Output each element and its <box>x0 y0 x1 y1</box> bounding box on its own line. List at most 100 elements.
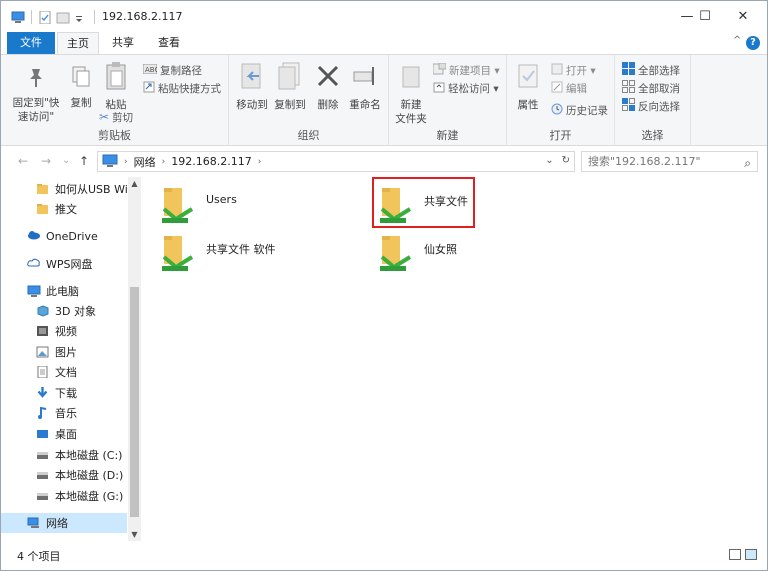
easy-access-button[interactable]: 轻松访问 ▾ <box>433 80 499 96</box>
shared-folder-item[interactable]: 共享文件 软件 <box>158 229 276 277</box>
copy-to-button[interactable]: 复制到 <box>271 61 309 112</box>
scroll-up-button[interactable]: ▲ <box>128 179 141 188</box>
shared-folder-icon <box>158 185 194 228</box>
nav-item[interactable]: OneDrive <box>1 226 127 246</box>
address-dropdown-button[interactable]: ⌄ <box>545 155 553 166</box>
forward-button[interactable]: → <box>41 154 51 168</box>
computer-icon[interactable] <box>11 11 25 24</box>
copy-button[interactable]: 复制 <box>65 65 97 110</box>
rename-button[interactable]: 重命名 <box>345 61 385 112</box>
nav-item[interactable]: WPS网盘 <box>1 254 127 274</box>
scrollbar-thumb[interactable] <box>130 287 139 517</box>
breadcrumb-separator[interactable]: › <box>258 157 262 167</box>
breadcrumb-separator[interactable]: › <box>162 157 166 167</box>
help-icon[interactable]: ? <box>746 36 760 50</box>
nav-item-label: 本地磁盘 (G:) <box>55 490 124 503</box>
breadcrumb-network[interactable]: 网络 <box>134 154 156 170</box>
navigation-pane: 网络 本地磁盘 (G:) 本地磁盘 (D:) 本地磁盘 (C:) 桌面 音乐 下载 文档 图片 视… <box>1 177 143 541</box>
cloud-outline-icon <box>27 258 40 270</box>
search-icon[interactable]: ⌕ <box>744 154 751 173</box>
nav-item-label: 桌面 <box>55 428 77 441</box>
copy-label: 复制 <box>70 97 92 109</box>
edit-button[interactable]: 编辑 <box>551 80 587 96</box>
maximize-button[interactable]: ☐ <box>685 1 725 32</box>
copy-path-button[interactable]: ABC 复制路径 <box>142 62 202 78</box>
copy-path-icon: ABC <box>142 63 159 77</box>
select-all-button[interactable]: 全部选择 <box>622 62 680 78</box>
nav-item[interactable]: 网络 <box>1 513 127 533</box>
file-list: Users 共享文件共享文件 软件 仙女照 <box>144 177 767 541</box>
breadcrumb-host[interactable]: 192.168.2.117 <box>171 155 251 168</box>
history-button[interactable]: 历史记录 <box>551 102 608 118</box>
tab-home[interactable]: 主页 <box>57 32 99 54</box>
shared-folder-item[interactable]: 仙女照 <box>376 229 486 277</box>
search-input[interactable]: 搜索"192.168.2.117" ⌕ <box>581 151 758 172</box>
nav-item[interactable]: 本地磁盘 (C:) <box>1 445 127 465</box>
select-none-button[interactable]: 全部取消 <box>622 80 680 96</box>
address-bar[interactable]: › 网络 › 192.168.2.117 › ⌄ ↻ <box>97 151 575 172</box>
open-button[interactable]: 打开 ▾ <box>551 62 596 78</box>
new-folder-icon[interactable] <box>56 11 70 24</box>
paste-button[interactable]: 粘贴 <box>100 61 132 112</box>
nav-item-label: 视频 <box>55 325 77 338</box>
nav-item[interactable]: 推文 <box>1 199 127 219</box>
details-view-icon[interactable] <box>729 549 741 560</box>
rename-label: 重命名 <box>349 99 381 111</box>
select-group-label: 选择 <box>641 129 664 142</box>
pin-label-line1: 固定到"快 <box>12 97 60 109</box>
properties-icon[interactable] <box>38 10 52 24</box>
properties-button[interactable]: 属性 <box>511 61 545 112</box>
nav-item[interactable]: 音乐 <box>1 403 127 423</box>
nav-item[interactable]: 如何从USB Win <box>1 179 127 199</box>
select-all-icon <box>622 62 635 78</box>
paste-shortcut-icon <box>143 81 155 96</box>
nav-item[interactable]: 图片 <box>1 342 127 362</box>
drive-icon <box>36 490 49 502</box>
select-all-label: 全部选择 <box>638 64 680 77</box>
nav-item[interactable]: 此电脑 <box>1 281 127 301</box>
drive-icon <box>36 449 49 461</box>
up-button[interactable]: ↑ <box>79 154 89 168</box>
nav-item-label: 图片 <box>55 346 77 359</box>
large-icons-view-icon[interactable] <box>745 549 757 560</box>
nav-item[interactable]: 视频 <box>1 321 127 341</box>
breadcrumb-separator[interactable]: › <box>124 157 128 167</box>
move-to-button[interactable]: 移动到 <box>233 61 271 112</box>
nav-item-label: 3D 对象 <box>55 305 96 318</box>
collapse-ribbon-button[interactable]: ^ <box>733 35 741 46</box>
close-button[interactable]: ✕ <box>723 1 763 32</box>
folder-icon <box>36 183 49 195</box>
address-controls: ⌄ ↻ <box>545 155 570 166</box>
new-folder-button[interactable]: 新建 文件夹 <box>393 61 429 126</box>
scroll-down-button[interactable]: ▼ <box>128 530 141 539</box>
nav-scrollbar[interactable]: ▲ ▼ <box>128 177 141 541</box>
computer-icon <box>102 154 118 170</box>
invert-selection-button[interactable]: 反向选择 <box>622 98 680 114</box>
cut-button[interactable]: ✂ 剪切 <box>99 109 133 125</box>
tab-view[interactable]: 查看 <box>149 32 189 54</box>
tab-file[interactable]: 文件 <box>7 32 55 54</box>
new-folder-label-line1: 新建 <box>400 99 422 111</box>
nav-item[interactable]: 桌面 <box>1 424 127 444</box>
nav-item[interactable]: 下载 <box>1 383 127 403</box>
pin-quick-access-button[interactable]: 固定到"快 速访问" <box>7 65 65 124</box>
customize-toolbar-icon[interactable] <box>74 11 88 24</box>
nav-item[interactable]: 3D 对象 <box>1 301 127 321</box>
nav-item[interactable]: 本地磁盘 (D:) <box>1 465 127 485</box>
open-label: 打开 ▾ <box>566 64 596 77</box>
new-item-button[interactable]: 新建项目 ▾ <box>432 62 500 78</box>
tab-share[interactable]: 共享 <box>105 32 141 54</box>
edit-icon <box>551 81 563 96</box>
rename-icon <box>345 61 385 95</box>
shared-folder-item[interactable]: 共享文件 <box>376 181 486 229</box>
nav-item[interactable]: 本地磁盘 (G:) <box>1 486 127 506</box>
nav-item[interactable]: 文档 <box>1 362 127 382</box>
recent-locations-button[interactable]: ⌄ <box>62 155 70 166</box>
paste-shortcut-button[interactable]: 粘贴快捷方式 <box>143 80 221 96</box>
copy-to-label: 复制到 <box>274 99 306 111</box>
item-count: 4 个项目 <box>17 550 61 563</box>
shared-folder-item[interactable]: Users <box>158 181 268 229</box>
back-button[interactable]: ← <box>18 154 28 168</box>
refresh-button[interactable]: ↻ <box>562 155 570 166</box>
delete-button[interactable]: 删除 <box>313 61 343 112</box>
